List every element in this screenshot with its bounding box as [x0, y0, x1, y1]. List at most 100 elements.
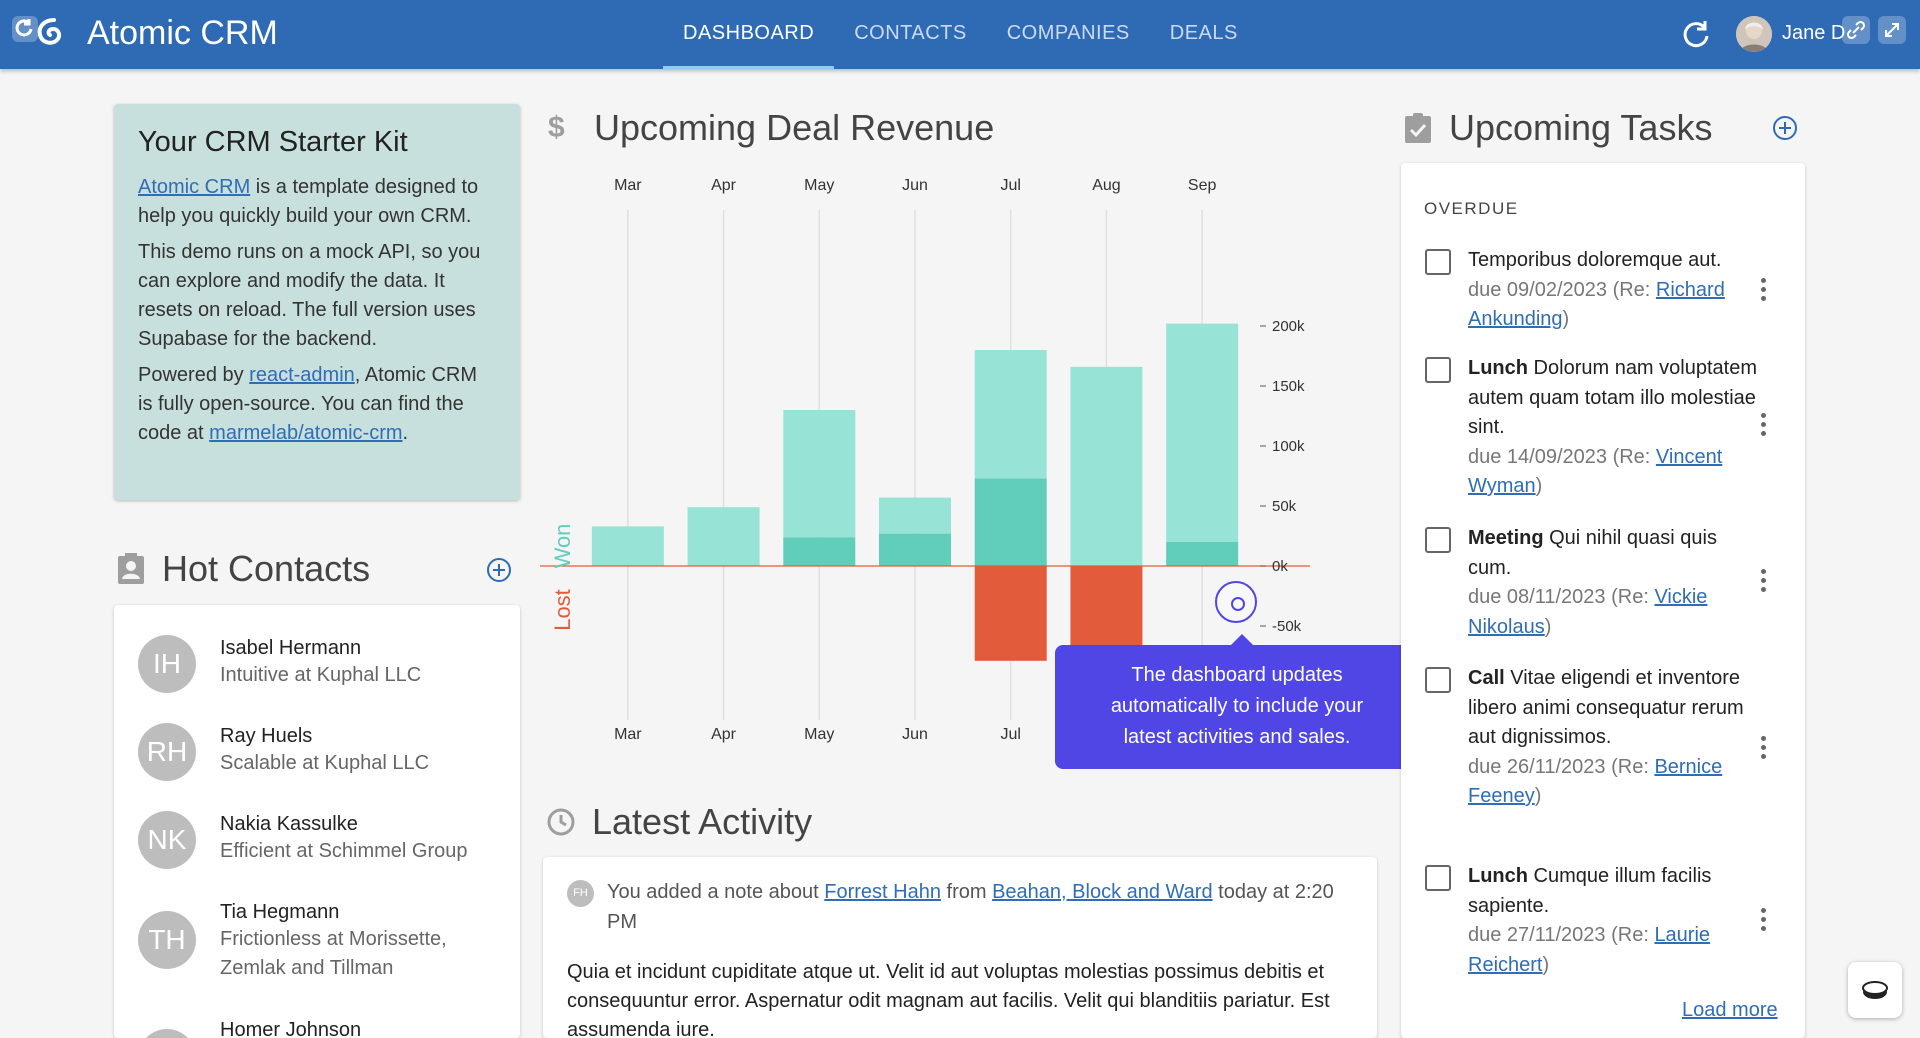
task-text: Call Vitae eligendi et inventore libero …	[1468, 664, 1758, 812]
task-checkbox[interactable]	[1425, 865, 1451, 891]
activity-company-link[interactable]: Beahan, Block and Ward	[992, 881, 1213, 903]
clipboard-check-icon	[1405, 113, 1431, 143]
task-menu-icon[interactable]	[1755, 411, 1771, 439]
expand-icon[interactable]	[1878, 16, 1906, 44]
bar-won-may	[783, 537, 856, 566]
guide-hotspot[interactable]	[1215, 581, 1257, 623]
activity-contact-link[interactable]: Forrest Hahn	[824, 881, 941, 903]
task-checkbox[interactable]	[1425, 357, 1451, 383]
help-widget-button[interactable]	[1848, 962, 1902, 1018]
contact-subtitle: Intuitive at Kuphal LLC	[220, 664, 422, 686]
period-text: .	[402, 422, 409, 444]
x-tick-label-bottom: Jun	[902, 726, 928, 743]
x-tick-label-top: Mar	[614, 177, 642, 194]
load-more-link[interactable]: Load more	[1682, 999, 1778, 1022]
task-checkbox[interactable]	[1425, 667, 1451, 693]
add-task-icon[interactable]	[1772, 115, 1798, 141]
add-contact-icon[interactable]	[486, 557, 512, 583]
task-menu-icon[interactable]	[1755, 567, 1771, 595]
x-tick-label-top: May	[804, 177, 834, 194]
app-title[interactable]: Atomic CRM	[87, 14, 278, 53]
tab-companies[interactable]: COMPANIES	[987, 0, 1150, 69]
x-tick-label-top: Sep	[1188, 177, 1217, 194]
task-due: due 14/09/2023 (Re:	[1468, 445, 1656, 468]
task-due-close: )	[1542, 953, 1550, 976]
bar-open-aug	[1070, 366, 1143, 566]
activity-title: Latest Activity	[592, 801, 813, 842]
x-tick-label-top: Aug	[1092, 177, 1120, 194]
task-due: due 08/11/2023 (Re:	[1468, 586, 1655, 608]
tooltip-line-2: automatically to include your	[1110, 695, 1364, 717]
y-tick-label: 150k	[1272, 378, 1305, 395]
task-text: Temporibus doloremque aut. due 09/02/2023…	[1468, 246, 1758, 335]
revenue-header: $ Upcoming Deal Revenue	[548, 107, 994, 149]
react-admin-link[interactable]: react-admin	[249, 364, 355, 386]
contact-name: Nakia Kassulke	[220, 813, 358, 835]
task-menu-icon[interactable]	[1755, 906, 1771, 934]
task-menu-icon[interactable]	[1755, 276, 1771, 304]
x-tick-label-bottom: Jul	[1000, 726, 1020, 743]
tasks-list: OVERDUE Temporibus doloremque aut. due 09…	[1401, 163, 1805, 1038]
starter-kit-powered: Powered by react-admin, Atomic CRM is fu…	[138, 361, 496, 448]
lost-axis-label: Lost	[550, 589, 575, 631]
atomic-crm-link[interactable]: Atomic CRM	[138, 176, 250, 198]
help-widget-icon	[1862, 981, 1888, 999]
user-avatar[interactable]	[1736, 16, 1772, 52]
contact-avatar: HJ	[138, 1029, 196, 1038]
x-tick-label-top: Jun	[902, 177, 928, 194]
contact-subtitle: Frictionless at Morissette, Zemlak and T…	[220, 928, 447, 979]
contact-item[interactable]: NK Nakia Kassulke Efficient at Schimmel …	[114, 805, 520, 875]
task-menu-icon[interactable]	[1755, 734, 1771, 762]
contact-item[interactable]: RH Ray Huels Scalable at Kuphal LLC	[114, 717, 520, 787]
activity-text-pre: You added a note about	[607, 881, 825, 903]
contact-card-icon	[118, 553, 144, 584]
x-tick-label-bottom: May	[804, 726, 834, 743]
contact-item[interactable]: HJ Homer Johnson	[114, 1011, 520, 1038]
task-type: Meeting	[1468, 527, 1544, 549]
task-type: Lunch	[1468, 865, 1528, 887]
link-icon[interactable]	[1842, 16, 1870, 44]
dollar-icon: $	[548, 111, 565, 144]
task-due-close: )	[1535, 475, 1543, 497]
bar-open-jul	[974, 350, 1047, 479]
task-checkbox[interactable]	[1425, 527, 1451, 553]
contact-name: Homer Johnson	[220, 1019, 362, 1038]
bar-lost-jul	[974, 566, 1047, 661]
hot-contacts-header: Hot Contacts	[116, 548, 370, 590]
tab-dashboard[interactable]: DASHBOARD	[663, 0, 835, 69]
task-due: due 27/11/2023 (Re:	[1468, 924, 1655, 946]
y-tick-label: 0k	[1272, 558, 1288, 575]
contact-item[interactable]: TH Tia Hegmann Frictionless at Morissett…	[114, 893, 520, 993]
x-tick-label-bottom: Mar	[614, 726, 642, 743]
onboarding-tooltip: The dashboard updates automatically to i…	[1055, 634, 1419, 769]
powered-by-text: Powered by	[138, 364, 250, 386]
user-name[interactable]: Jane D	[1782, 22, 1845, 45]
tasks-title: Upcoming Tasks	[1449, 107, 1713, 148]
bar-won-sep	[1166, 542, 1239, 566]
bar-won-jul	[974, 478, 1047, 566]
contact-subtitle: Scalable at Kuphal LLC	[220, 752, 430, 774]
task-checkbox[interactable]	[1425, 249, 1451, 275]
github-repo-link[interactable]: marmelab/atomic-crm	[209, 422, 402, 444]
task-type: Lunch	[1468, 357, 1528, 379]
tab-deals[interactable]: DEALS	[1150, 0, 1258, 69]
refresh-icon[interactable]	[1680, 18, 1712, 50]
contact-subtitle: Efficient at Schimmel Group	[220, 840, 468, 862]
x-tick-label-bottom: Apr	[711, 726, 737, 743]
contact-name: Ray Huels	[220, 725, 313, 747]
task-description: Temporibus doloremque aut.	[1468, 249, 1722, 271]
bar-open-jun	[879, 497, 951, 534]
tab-contacts[interactable]: CONTACTS	[834, 0, 987, 69]
tooltip-line-1: The dashboard updates	[1131, 664, 1343, 686]
clock-icon	[547, 808, 575, 836]
bar-open-apr	[687, 507, 760, 566]
bar-open-mar	[591, 526, 664, 566]
contact-avatar: TH	[138, 911, 196, 969]
atomic-crm-logo-icon[interactable]	[10, 12, 72, 54]
contact-item[interactable]: IH Isabel Hermann Intuitive at Kuphal LL…	[114, 629, 520, 699]
task-due: due 26/11/2023 (Re:	[1468, 755, 1655, 778]
y-tick-label: -50k	[1272, 618, 1302, 635]
app-bar: Atomic CRM DASHBOARD CONTACTS COMPANIES …	[0, 0, 1920, 69]
activity-card: FH You added a note about Forrest Hahn f…	[543, 857, 1377, 1038]
revenue-title: Upcoming Deal Revenue	[594, 107, 995, 148]
